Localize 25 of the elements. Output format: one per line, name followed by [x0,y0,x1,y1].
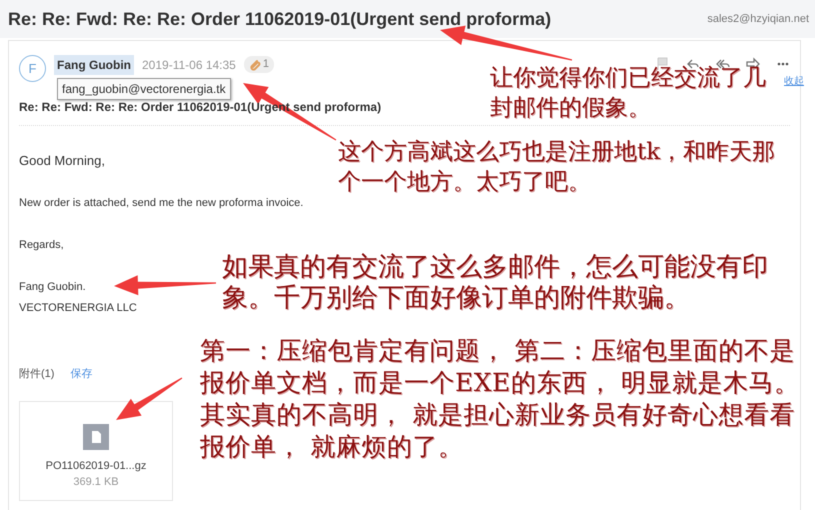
email-tooltip: fang_guobin@vectorenergia.tk [57,78,231,100]
annotation-text: 这个方高斌这么巧也是注册地tk，和昨天那个一个地方。太巧了吧。 [338,138,776,197]
body-text: Regards, [19,238,64,253]
file-name: PO11062019-01...gz [46,458,146,474]
body-text: Fang Guobin. [19,280,86,295]
attachment-card[interactable]: PO11062019-01...gz 369.1 KB [19,400,173,500]
paperclip-icon [248,58,261,70]
body-text: Good Morning, [19,153,105,169]
body-text: New order is attached, send me the new proforma invoice. [19,196,304,211]
email-date: 2019-11-06 14:35 [142,56,236,74]
attachments-label: 附件(1) [19,367,54,382]
file-size: 369.1 KB [73,475,119,490]
save-link[interactable]: 保存 [70,366,92,382]
sender-name[interactable]: Fang Guobin [54,54,134,74]
avatar: F [19,55,46,82]
file-icon [83,424,109,450]
account-email: sales2@hzyiqian.net [707,12,809,27]
annotation-text: 第一：压缩包肯定有问题， 第二：压缩包里面的不是报价单文档，而是一个EXE的东西， 明显就是木马。其实真的不高明， 就是担心新业务员有好奇心想看看报价单， 就麻烦的了。 [200,335,801,463]
attachment-count[interactable]: 1 [244,56,274,73]
annotation-text: 让你觉得你们已经交流了几封邮件的假象。 [490,64,767,123]
body-text: VECTORENERGIA LLC [19,301,137,316]
collapse-link[interactable]: 收起 [784,74,804,89]
annotation-text: 如果真的有交流了这么多邮件，怎么可能没有印象。千万别给下面好像订单的附件欺骗。 [222,252,769,314]
email-subject: Re: Re: Fwd: Re: Re: Order 11062019-01(Urgent send proforma) [8,8,552,31]
annotation-arrow [116,378,182,420]
